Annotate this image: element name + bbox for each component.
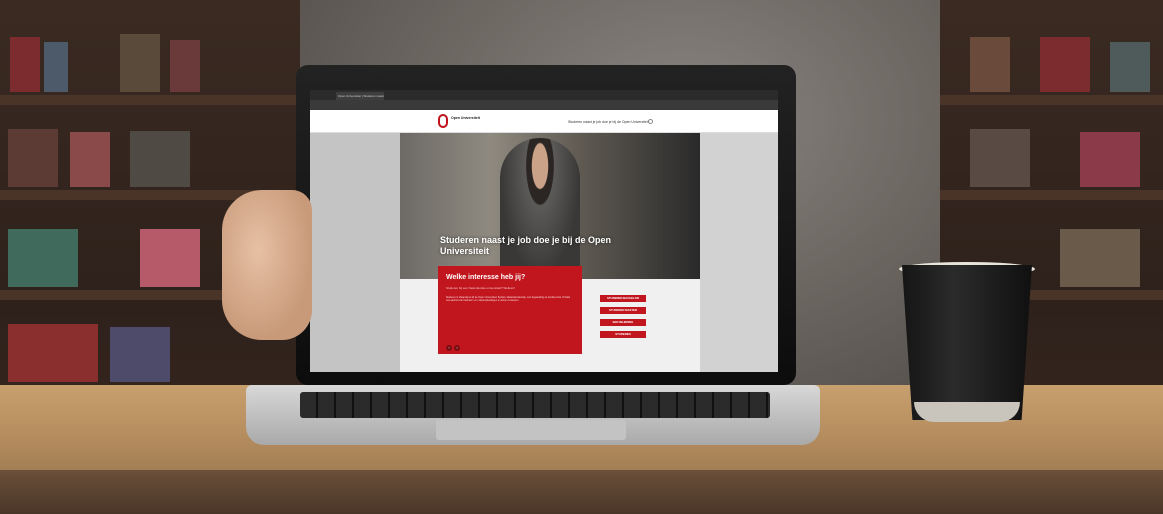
coffee-cup xyxy=(902,265,1032,420)
browser-tabbar: Open Universiteit | Studeren naast je jo… xyxy=(310,90,778,106)
search-icon[interactable] xyxy=(648,119,653,124)
site-header: Open Universiteit Studeren naast je job … xyxy=(310,110,778,133)
laptop-screen: Open Universiteit | Studeren naast je jo… xyxy=(310,90,778,372)
header-tagline: Studeren naast je job doe je bij de Open… xyxy=(568,120,649,124)
logo-text[interactable]: Open Universiteit xyxy=(451,116,491,120)
keyboard xyxy=(300,392,770,418)
master-button[interactable]: STUDEREN MASTER xyxy=(600,307,646,314)
books xyxy=(0,125,290,187)
browser-tab[interactable]: Open Universiteit | Studeren naast je jo… xyxy=(336,92,384,106)
cup-base xyxy=(914,402,1020,422)
prev-arrow-icon[interactable]: ‹ xyxy=(446,345,452,351)
ou-logo-icon[interactable] xyxy=(438,114,448,128)
interest-heading: Welke interesse heb jij? xyxy=(446,274,526,281)
bachelor-button[interactable]: STUDEREN BACHELOR xyxy=(600,295,646,302)
hero-title: Studeren naast je job doe je bij de Open… xyxy=(440,235,612,256)
books xyxy=(960,125,1163,187)
intro-button[interactable]: EEN INLEIDING xyxy=(600,319,646,326)
table-edge xyxy=(0,470,1163,514)
interest-body: Studeren in Vlaanderen bij de Open Unive… xyxy=(446,296,570,303)
books xyxy=(960,30,1163,92)
hero-person xyxy=(500,138,580,278)
left-margin xyxy=(310,133,400,372)
books xyxy=(0,30,290,92)
right-margin xyxy=(700,133,778,372)
interest-subheading: Studeren bij een Nederlandse universitei… xyxy=(446,286,515,290)
browser-urlbar: ou.nl xyxy=(310,100,778,118)
hand xyxy=(222,190,312,340)
interest-panel: Welke interesse heb jij? Studeren bij ee… xyxy=(438,266,582,354)
pager: ‹ › xyxy=(446,336,462,354)
study-button[interactable]: STUDEREN xyxy=(600,331,646,338)
scene: Open Universiteit | Studeren naast je jo… xyxy=(0,0,1163,514)
next-arrow-icon[interactable]: › xyxy=(454,345,460,351)
trackpad xyxy=(436,420,626,440)
